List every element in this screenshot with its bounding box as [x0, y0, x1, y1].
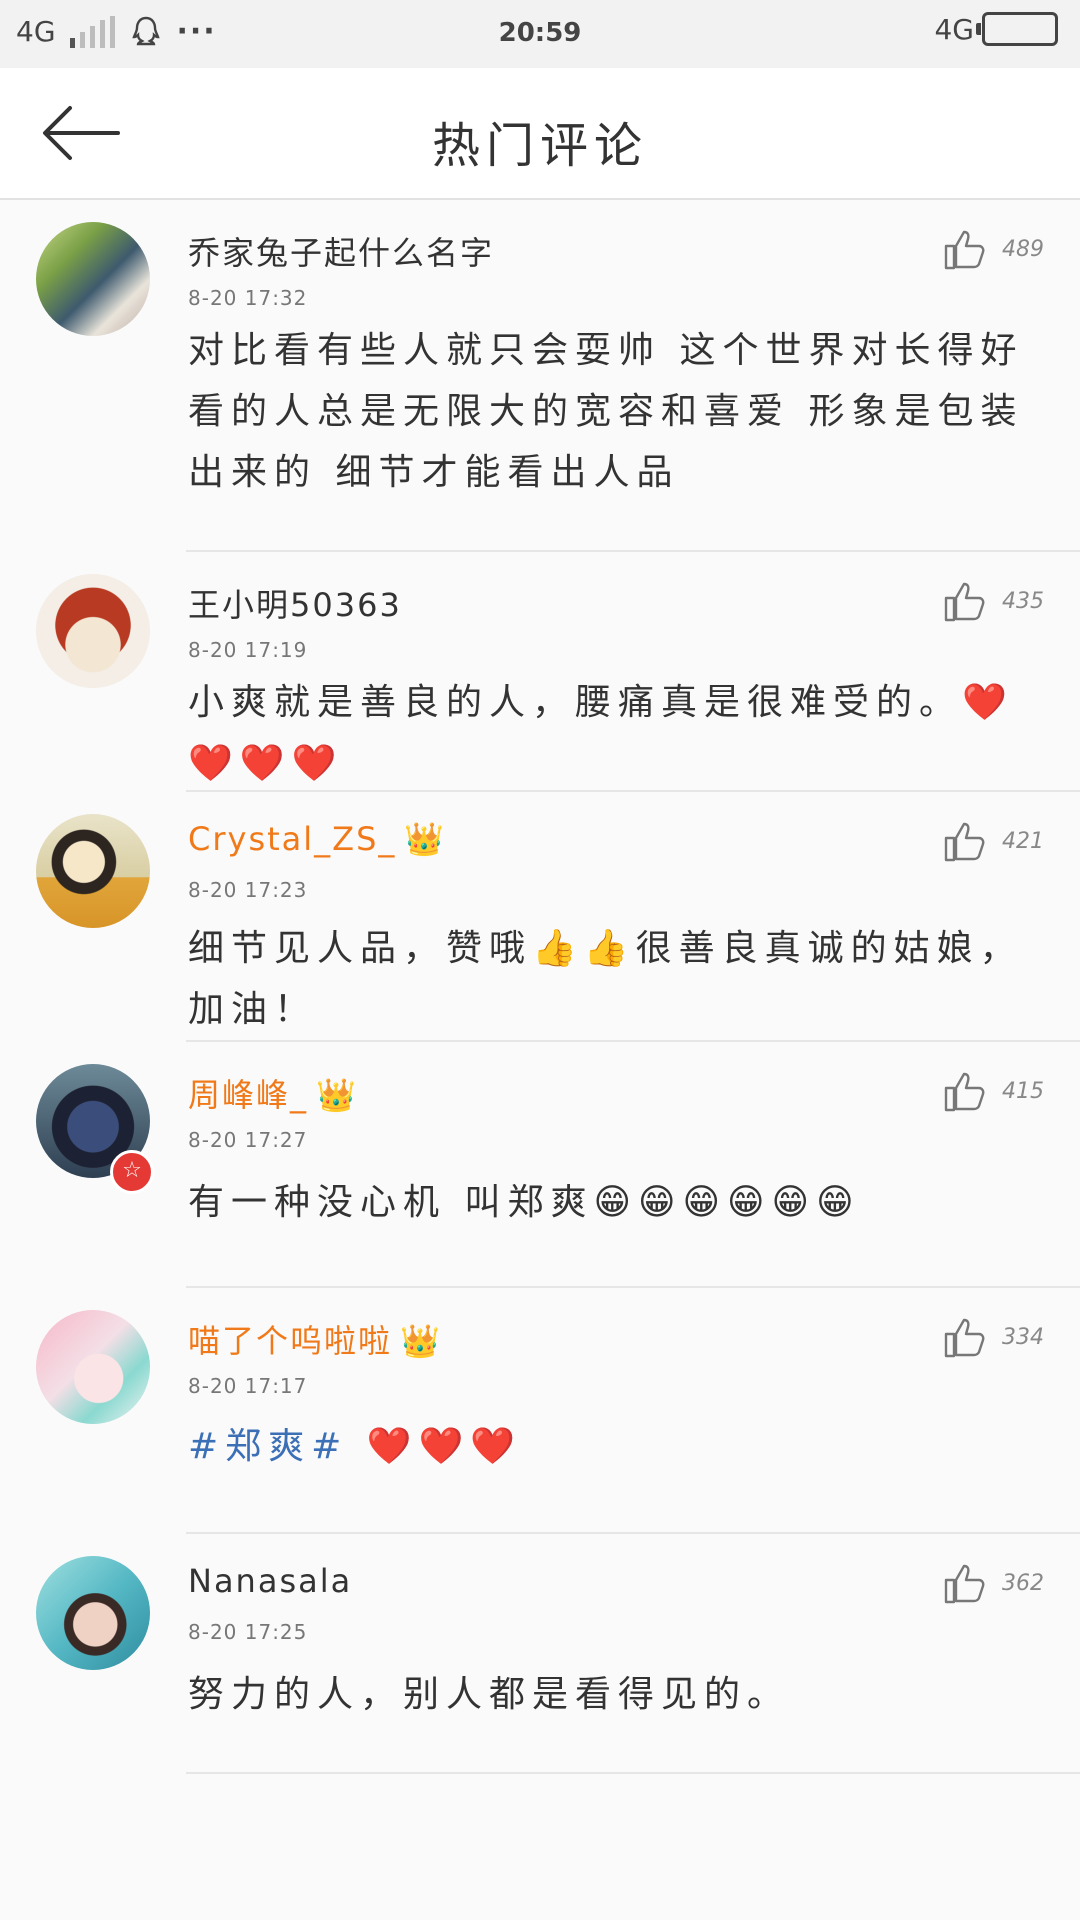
like-count: 334 — [1002, 1324, 1044, 1350]
battery-icon — [976, 12, 1058, 46]
avatar[interactable] — [36, 574, 150, 688]
username-text: Crystal_ZS_ — [188, 820, 397, 858]
like-count: 415 — [1002, 1078, 1044, 1104]
comment-item[interactable]: Nanasala 8-20 17:25 362 努力的人，别人都是看得见的。 — [0, 1534, 1080, 1774]
like-button[interactable]: 435 — [942, 578, 1044, 624]
thumbs-up-icon — [944, 1564, 985, 1604]
comment-text: 对比看有些人就只会耍帅 这个世界对长得好看的人总是无限大的宽容和喜爱 形象是包装… — [188, 330, 1024, 493]
like-button[interactable]: 362 — [942, 1560, 1044, 1606]
comment-time: 8-20 17:32 — [188, 286, 308, 310]
divider — [186, 1772, 1080, 1774]
comment-list[interactable]: 乔家兔子起什么名字 8-20 17:32 489 对比看有些人就只会耍帅 这个世… — [0, 200, 1080, 1774]
username[interactable]: 王小明50363 — [188, 580, 402, 626]
username[interactable]: 喵了个呜啦啦 👑 — [188, 1316, 442, 1362]
comment-time: 8-20 17:23 — [188, 878, 308, 902]
topic-link[interactable]: #郑爽# — [188, 1426, 348, 1467]
avatar[interactable] — [36, 814, 150, 928]
thumbs-up-icon — [944, 822, 985, 862]
comment-time: 8-20 17:25 — [188, 1620, 308, 1644]
comment-text: #郑爽# ❤️❤️❤️ — [188, 1416, 1048, 1477]
avatar[interactable] — [36, 1556, 150, 1670]
username[interactable]: Nanasala — [188, 1562, 352, 1600]
thumbs-up-icon — [944, 1318, 985, 1358]
clock: 20:59 — [498, 18, 582, 48]
comment-text: 有一种没心机 叫郑爽😁😁😁😁😁😁 — [188, 1182, 861, 1223]
avatar[interactable] — [36, 222, 150, 336]
header: 热门评论 — [0, 68, 1080, 200]
avatar[interactable] — [36, 1310, 150, 1424]
status-right: 4G — [934, 12, 1058, 46]
status-bar: 4G ··· 20:59 4G — [0, 0, 1080, 68]
star-badge-icon: ☆ — [110, 1150, 154, 1194]
like-button[interactable]: 334 — [942, 1314, 1044, 1360]
crown-icon: 👑 — [404, 820, 447, 858]
username-text: 喵了个呜啦啦 — [188, 1322, 393, 1360]
thumbs-up-icon — [944, 230, 985, 270]
comment-text: 努力的人，别人都是看得见的。 — [188, 1674, 791, 1715]
comment-item[interactable]: 喵了个呜啦啦 👑 8-20 17:17 334 #郑爽# ❤️❤️❤️ — [0, 1288, 1080, 1534]
like-button[interactable]: 489 — [942, 226, 1044, 272]
comment-text-rest: ❤️❤️❤️ — [348, 1426, 523, 1467]
comment-item[interactable]: Crystal_ZS_ 👑 8-20 17:23 421 细节见人品，赞哦👍👍很善… — [0, 792, 1080, 1042]
comment-time: 8-20 17:27 — [188, 1128, 308, 1152]
thumbs-up-icon — [944, 1072, 985, 1112]
crown-icon: 👑 — [316, 1076, 358, 1114]
comment-item[interactable]: ☆ 周峰峰_ 👑 8-20 17:27 415 有一种没心机 叫郑爽😁😁😁😁😁😁 — [0, 1042, 1080, 1288]
like-count: 489 — [1002, 236, 1044, 262]
username-text: 周峰峰_ — [188, 1076, 309, 1114]
comment-item[interactable]: 王小明50363 8-20 17:19 435 小爽就是善良的人，腰痛真是很难受… — [0, 552, 1080, 792]
username[interactable]: Crystal_ZS_ 👑 — [188, 820, 446, 858]
comment-time: 8-20 17:19 — [188, 638, 308, 662]
like-button[interactable]: 415 — [942, 1068, 1044, 1114]
page-title: 热门评论 — [431, 118, 648, 174]
comment-time: 8-20 17:17 — [188, 1374, 308, 1398]
username[interactable]: 乔家兔子起什么名字 — [188, 228, 494, 274]
like-count: 421 — [1002, 828, 1044, 854]
thumbs-up-icon — [944, 582, 985, 622]
username[interactable]: 周峰峰_ 👑 — [188, 1070, 358, 1116]
network-type-right: 4G — [934, 12, 974, 46]
crown-icon: 👑 — [400, 1322, 442, 1360]
like-button[interactable]: 421 — [942, 818, 1044, 864]
comment-item[interactable]: 乔家兔子起什么名字 8-20 17:32 489 对比看有些人就只会耍帅 这个世… — [0, 200, 1080, 552]
comment-text: 小爽就是善良的人，腰痛真是很难受的。❤️❤️❤️❤️ — [188, 682, 1014, 784]
like-count: 435 — [1002, 588, 1044, 614]
comment-text: 细节见人品，赞哦👍👍很善良真诚的姑娘，加油！ — [188, 928, 1023, 1030]
like-count: 362 — [1002, 1570, 1044, 1596]
